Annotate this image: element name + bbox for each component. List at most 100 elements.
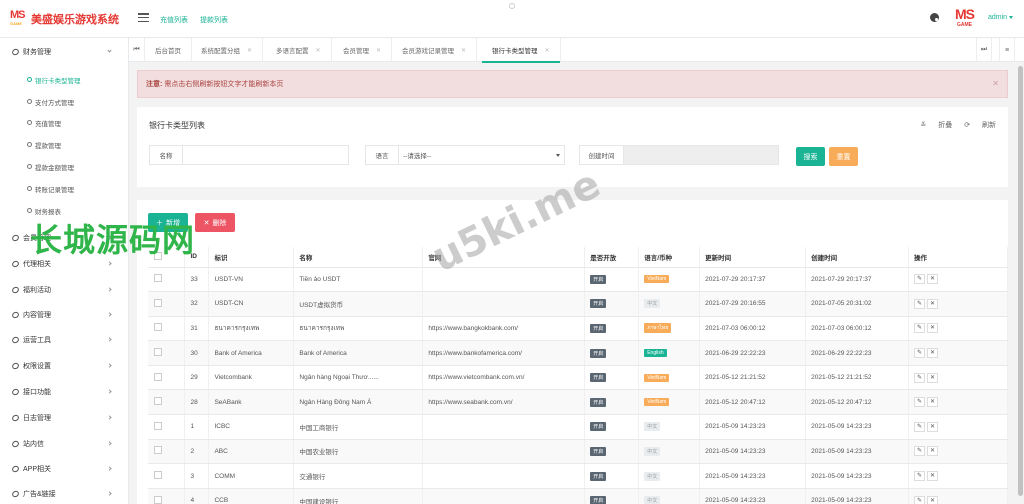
language-badge: VietNam <box>644 373 670 382</box>
recharge-list-link[interactable]: 充值列表 <box>160 15 188 25</box>
fold-button[interactable]: ≚ 折叠 <box>920 122 952 129</box>
app-logo[interactable]: MS GAME 美盛娱乐游戏系统 <box>10 9 119 29</box>
row-checkbox[interactable] <box>148 340 186 366</box>
fullscreen-icon[interactable] <box>509 3 515 9</box>
edit-button[interactable]: ✎ <box>914 323 926 334</box>
remove-button[interactable]: ✕ <box>927 397 939 408</box>
edit-button[interactable]: ✎ <box>914 421 926 432</box>
remove-button[interactable]: ✕ <box>927 298 939 309</box>
search-button[interactable]: 搜索 <box>796 147 825 166</box>
pencil-icon: ✎ <box>917 448 923 455</box>
remove-button[interactable]: ✕ <box>927 274 939 285</box>
row-checkbox[interactable] <box>148 389 186 416</box>
sidebar-item-ops-tools[interactable]: 运营工具 <box>0 328 128 352</box>
name-input[interactable] <box>183 146 348 164</box>
app-title: 美盛娱乐游戏系统 <box>31 14 119 26</box>
chevron-down-icon <box>556 154 560 157</box>
row-checkbox[interactable] <box>148 488 186 504</box>
delete-button[interactable]: ✕ 删除 <box>195 213 235 232</box>
reset-button[interactable]: 重置 <box>829 147 858 166</box>
sidebar-item-content[interactable]: 内容管理 <box>0 303 128 327</box>
cell-name: Bank of America <box>293 340 424 366</box>
tab-members[interactable]: 会员管理 ✕ <box>333 38 393 62</box>
tab-home[interactable]: 后台首页 <box>145 38 192 62</box>
edit-button[interactable]: ✎ <box>914 372 926 383</box>
sidebar-item-app[interactable]: APP相关 <box>0 457 128 481</box>
chevron-right-icon <box>107 287 112 292</box>
close-icon[interactable]: ✕ <box>316 47 321 54</box>
tab-multi-language[interactable]: 多语言配置 ✕ <box>266 38 332 62</box>
cell-actions: ✎ ✕ <box>908 291 1008 317</box>
table-row: 30 Bank of America Bank of America https://… <box>148 340 1008 366</box>
name-filter: 名称 <box>149 145 349 165</box>
sidebar: 财务管理 银行卡类型管理 支付方式管理 充值管理 提款管理 提款金额管理 转账记… <box>0 38 129 504</box>
sidebar-subitem-withdraw[interactable]: 提款管理 <box>0 134 128 155</box>
panel-title: 银行卡类型列表 <box>149 121 205 130</box>
sidebar-item-logs[interactable]: 日志管理 <box>0 406 128 430</box>
leaf-icon <box>27 208 32 213</box>
cell-code: Vietcombank <box>208 365 295 391</box>
edit-button[interactable]: ✎ <box>914 495 926 504</box>
close-icon[interactable]: ✕ <box>992 79 999 88</box>
tab-bank-card-types[interactable]: 银行卡类型管理 ✕ <box>482 38 561 63</box>
remove-button[interactable]: ✕ <box>927 372 939 383</box>
cell-created: 2021-05-12 21:21:52 <box>805 365 910 391</box>
leaf-icon <box>10 259 21 269</box>
remove-button[interactable]: ✕ <box>927 323 939 334</box>
sidebar-item-api[interactable]: 接口功能 <box>0 380 128 404</box>
sidebar-subitem-recharge[interactable]: 充值管理 <box>0 112 128 133</box>
edit-button[interactable]: ✎ <box>914 446 926 457</box>
tab-prev-button[interactable]: ⏮ <box>129 38 145 62</box>
edit-button[interactable]: ✎ <box>914 397 926 408</box>
sidebar-subitem-withdraw-amount[interactable]: 提款金额管理 <box>0 156 128 177</box>
palette-icon[interactable] <box>930 13 939 22</box>
sidebar-subitem-transfer-log[interactable]: 转账记录管理 <box>0 178 128 199</box>
cell-created: 2021-06-29 22:22:23 <box>805 340 910 366</box>
edit-button[interactable]: ✎ <box>914 471 926 482</box>
row-checkbox[interactable] <box>148 291 186 317</box>
language-select[interactable]: --请选择-- <box>399 146 564 164</box>
remove-button[interactable]: ✕ <box>927 421 939 432</box>
cell-lang: ภาษาไทย <box>638 316 701 342</box>
row-checkbox[interactable] <box>148 365 186 391</box>
row-checkbox[interactable] <box>148 316 186 342</box>
sidebar-subitem-bank-card-types[interactable]: 银行卡类型管理 <box>0 69 128 90</box>
row-checkbox[interactable] <box>148 267 186 293</box>
cell-updated: 2021-07-29 20:17:37 <box>699 267 807 293</box>
row-checkbox[interactable] <box>148 439 186 465</box>
remove-button[interactable]: ✕ <box>927 348 939 359</box>
chevron-right-icon <box>107 389 112 394</box>
sidebar-item-finance[interactable]: 财务管理 <box>0 40 128 64</box>
avatar[interactable]: MS GAME <box>954 6 982 30</box>
sidebar-item-promotions[interactable]: 福利活动 <box>0 278 128 302</box>
sidebar-item-permissions[interactable]: 权限设置 <box>0 354 128 378</box>
sidebar-subitem-payment-methods[interactable]: 支付方式管理 <box>0 91 128 112</box>
withdraw-list-link[interactable]: 提款列表 <box>200 15 228 25</box>
row-checkbox[interactable] <box>148 463 186 489</box>
tab-menu-button[interactable]: ≡ <box>999 38 1015 62</box>
remove-button[interactable]: ✕ <box>927 446 939 457</box>
edit-button[interactable]: ✎ <box>914 348 926 359</box>
remove-button[interactable]: ✕ <box>927 495 939 504</box>
refresh-button[interactable]: ⟳ 刷新 <box>964 122 996 129</box>
remove-button[interactable]: ✕ <box>927 471 939 482</box>
edit-button[interactable]: ✎ <box>914 298 926 309</box>
tab-next-button[interactable]: ⏭ <box>976 38 992 62</box>
close-icon[interactable]: ✕ <box>376 47 381 54</box>
close-icon[interactable]: ✕ <box>247 47 252 54</box>
sidebar-item-ads-links[interactable]: 广告&链接 <box>0 482 128 504</box>
close-icon[interactable]: ✕ <box>461 47 466 54</box>
created-time-input[interactable] <box>624 146 778 164</box>
close-icon[interactable]: ✕ <box>545 47 550 54</box>
row-checkbox[interactable] <box>148 414 186 440</box>
sidebar-item-messages[interactable]: 站内信 <box>0 432 128 456</box>
leaf-icon <box>10 310 21 320</box>
close-icon: ✕ <box>930 448 936 455</box>
edit-button[interactable]: ✎ <box>914 274 926 285</box>
menu-toggle-icon[interactable] <box>138 13 149 23</box>
scrollbar-thumb[interactable] <box>1018 66 1023 496</box>
user-menu[interactable]: admin <box>988 14 1013 21</box>
page-scrollbar[interactable] <box>1017 62 1024 504</box>
tab-system-config-group[interactable]: 系统配置分组 ✕ <box>191 38 264 62</box>
tab-member-game-records[interactable]: 会员游戏记录管理 ✕ <box>392 38 478 62</box>
